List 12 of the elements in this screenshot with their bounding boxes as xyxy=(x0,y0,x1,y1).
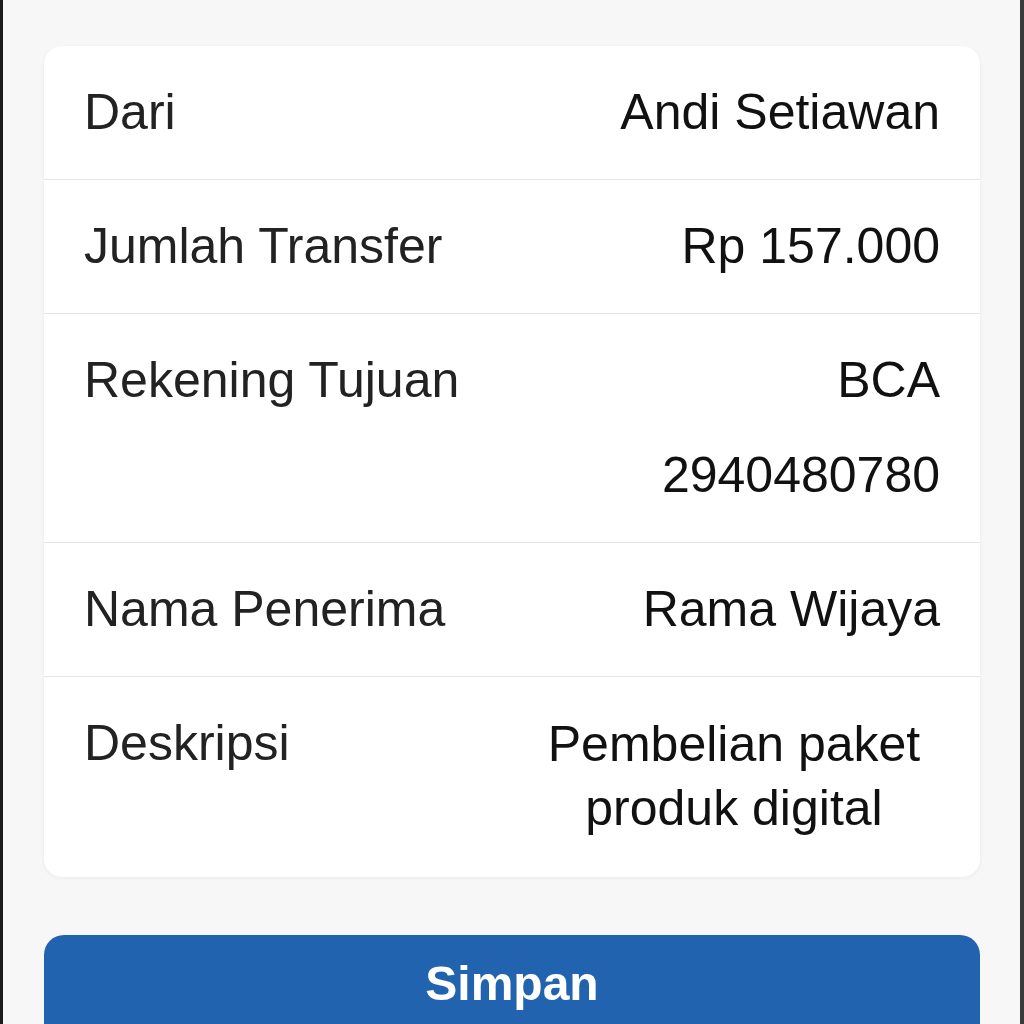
row-value: Rp 157.000 xyxy=(681,217,940,276)
row-label: Dari xyxy=(84,83,176,142)
row-value: Pembelian paket produk digital xyxy=(546,715,922,838)
save-button[interactable]: Simpan xyxy=(44,935,980,1024)
row-label: Rekening Tujuan xyxy=(84,351,460,410)
row-label: Nama Penerima xyxy=(84,580,446,639)
row-value: Andi Setiawan xyxy=(620,83,940,142)
row-value: BCA xyxy=(837,351,940,410)
row-value: Rama Wijaya xyxy=(642,580,940,639)
row-label: Deskripsi xyxy=(84,714,290,773)
row-value: 2940480780 xyxy=(661,446,940,505)
row-label: Jumlah Transfer xyxy=(84,217,443,276)
